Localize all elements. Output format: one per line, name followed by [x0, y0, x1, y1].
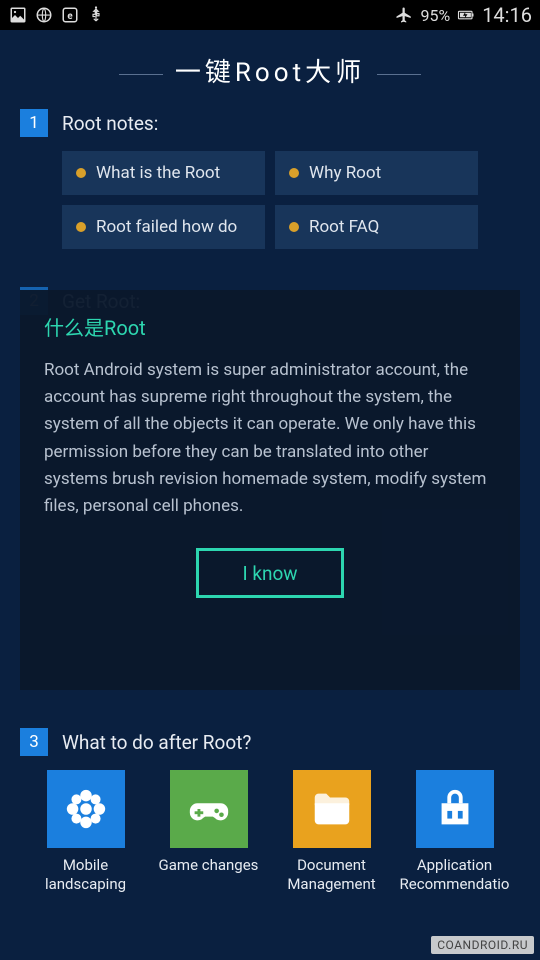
note-label: What is the Root [96, 163, 220, 183]
store-icon [416, 770, 494, 848]
section-after-root: 3 What to do after Root? Mobile landscap… [0, 718, 540, 894]
bullet-icon [76, 222, 86, 232]
usb-icon [86, 5, 106, 25]
note-why-root[interactable]: Why Root [275, 151, 478, 195]
note-label: Root FAQ [309, 217, 379, 237]
section-root-notes: 1 Root notes: What is the Root Why Root … [0, 99, 540, 249]
battery-icon [456, 5, 476, 25]
bullet-icon [76, 168, 86, 178]
folder-icon [293, 770, 371, 848]
tile-label: Application Recommendatio [395, 856, 515, 894]
section-num-1: 1 [20, 109, 48, 137]
svg-text:e: e [67, 11, 73, 22]
tile-label: Mobile landscaping [26, 856, 146, 894]
flower-icon [47, 770, 125, 848]
modal-dialog: 什么是Root Root Android system is super adm… [20, 290, 520, 690]
modal-title: 什么是Root [44, 312, 496, 341]
clock: 14:16 [482, 3, 532, 27]
app-title: 一键Root大师 [0, 30, 540, 99]
modal-confirm-button[interactable]: I know [196, 548, 344, 598]
note-root-failed[interactable]: Root failed how do [62, 205, 265, 249]
gamepad-icon [170, 770, 248, 848]
tile-mobile-landscaping[interactable]: Mobile landscaping [26, 770, 146, 894]
tile-app-recommendation[interactable]: Application Recommendatio [395, 770, 515, 894]
battery-percent: 95% [420, 6, 450, 25]
note-label: Why Root [309, 163, 381, 183]
section-title-1: Root notes: [62, 112, 158, 135]
tile-label: Document Management [272, 856, 392, 894]
section-num-3: 3 [20, 728, 48, 756]
airplane-icon [394, 5, 414, 25]
globe-icon [34, 5, 54, 25]
tile-game-changes[interactable]: Game changes [149, 770, 269, 894]
bullet-icon [289, 222, 299, 232]
note-root-faq[interactable]: Root FAQ [275, 205, 478, 249]
tile-label: Game changes [159, 856, 259, 875]
watermark: COANDROID.RU [431, 936, 534, 954]
modal-body: Root Android system is super administrat… [44, 357, 496, 520]
gallery-icon [8, 5, 28, 25]
section-title-3: What to do after Root? [62, 731, 251, 754]
note-label: Root failed how do [96, 217, 237, 237]
note-what-is-root[interactable]: What is the Root [62, 151, 265, 195]
e-icon: e [60, 5, 80, 25]
bullet-icon [289, 168, 299, 178]
tile-document-management[interactable]: Document Management [272, 770, 392, 894]
status-bar: e 95% 14:16 [0, 0, 540, 30]
